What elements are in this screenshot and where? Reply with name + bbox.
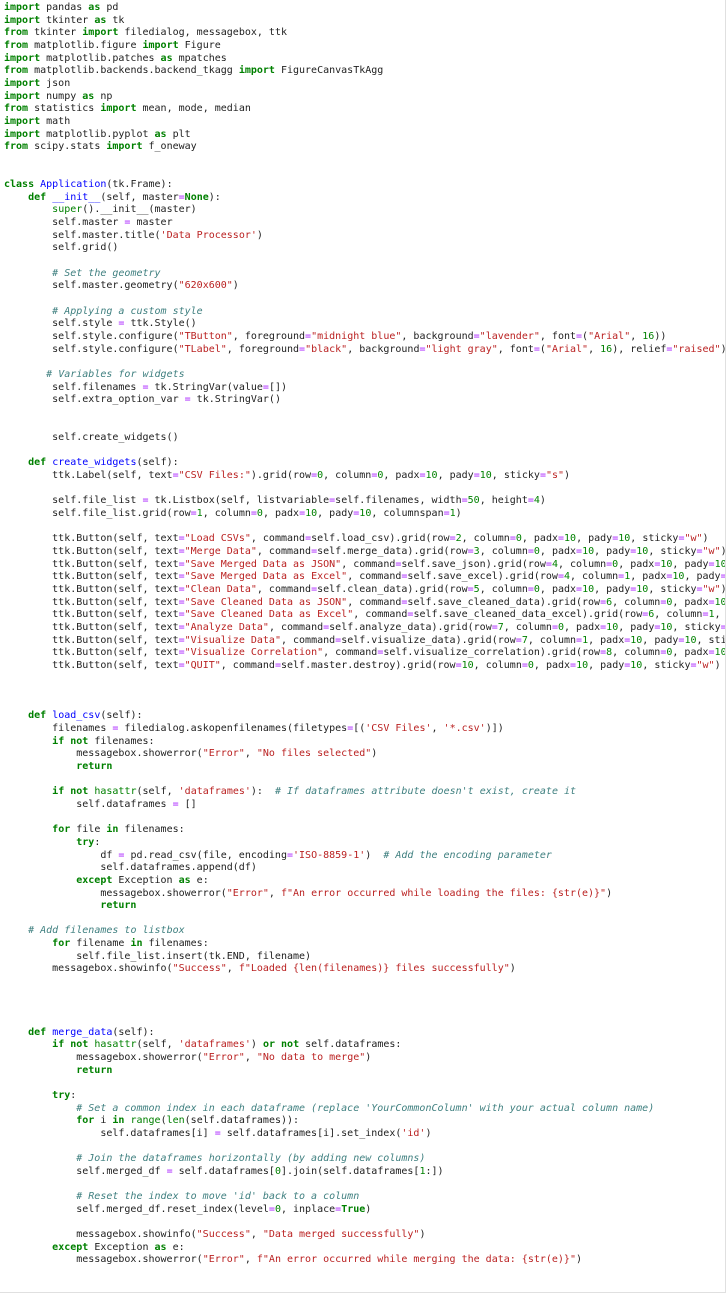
code-line-37: def create_widgets(self): [28,457,179,469]
code-line-31: self.filenames = tk.StringVar(value=[]) [4,381,287,393]
code-line-8: import numpy as np [4,90,113,102]
code-line-84: messagebox.showerror("Error", "No data t… [4,1051,372,1063]
code-line-22: # Set the geometry [52,267,161,279]
code-line-4: from matplotlib.figure import Figure [4,39,221,51]
code-line-40: self.file_list = tk.Listbox(self, listva… [4,495,546,507]
code-line-98: messagebox.showinfo("Success", "Data mer… [4,1229,426,1241]
code-line-19: self.master.title('Data Processor') [4,229,263,241]
code-line-88: # Set a common index in each dataframe (… [76,1102,655,1114]
code-line-44: ttk.Button(self, text="Merge Data", comm… [4,545,725,557]
code-line-77: messagebox.showinfo("Success", f"Loaded … [4,963,516,975]
code-line-18: self.master = master [4,217,173,229]
code-line-57: def load_csv(self): [28,710,143,722]
code-line-38: ttk.Label(self, text="CSV Files:").grid(… [4,470,571,482]
code-line-47: ttk.Button(self, text="Clean Data", comm… [4,583,725,595]
code-line-53: ttk.Button(self, text="QUIT", command=se… [4,659,721,671]
code-line-6: from matplotlib.backends.backend_tkagg i… [4,65,384,77]
code-line-16: def __init__(self, master=None): [28,191,221,203]
code-line-60: messagebox.showerror("Error", "No files … [4,748,378,760]
code-line-45: ttk.Button(self, text="Save Merged Data … [4,558,726,570]
code-line-99: except Exception as e: [52,1241,185,1253]
code-line-30: # Variables for widgets [46,368,185,380]
code-line-5: import matplotlib.patches as mpatches [4,52,227,64]
code-line-66: for file in filenames: [52,824,185,836]
code-line-48: ttk.Button(self, text="Save Cleaned Data… [4,596,726,608]
code-line-32: self.extra_option_var = tk.StringVar() [4,394,281,406]
code-line-59: if not filenames: [52,735,155,747]
code-line-68: df = pd.read_csv(file, encoding='ISO-885… [4,849,552,861]
code-line-90: self.dataframes[i] = self.dataframes[i].… [4,1127,432,1139]
code-line-89: for i in range(len(self.dataframes)): [76,1115,300,1127]
code-line-50: ttk.Button(self, text="Analyze Data", co… [4,621,725,633]
code-line-75: for filename in filenames: [52,938,209,950]
code-line-93: self.merged_df = self.dataframes[0].join… [4,1165,444,1177]
code-line-74: # Add filenames to listbox [28,925,185,937]
code-line-52: ttk.Button(self, text="Visualize Correla… [4,647,726,659]
code-line-41: self.file_list.grid(row=1, column=0, pad… [4,508,462,519]
code-line-20: self.grid() [4,242,119,254]
code-line-83: if not hasattr(self, 'dataframes') or no… [52,1039,402,1051]
code-line-23: self.master.geometry("620x600") [4,280,239,292]
code-line-9: from statistics import mean, mode, media… [4,103,251,115]
code-line-69: self.dataframes.append(df) [4,862,257,874]
code-line-71: messagebox.showerror("Error", f"An error… [4,887,613,899]
code-line-85: return [76,1064,113,1076]
code-line-12: from scipy.stats import f_oneway [4,141,197,153]
code-line-3: from tkinter import filedialog, messageb… [4,27,287,39]
code-line-7: import json [4,77,71,89]
code-line-1: import pandas as pd [4,2,119,13]
code-line-95: # Reset the index to move 'id' back to a… [76,1191,360,1203]
code-line-67: try: [76,836,101,848]
code-line-43: ttk.Button(self, text="Load CSVs", comma… [4,533,709,545]
code-line-10: import math [4,115,71,127]
code-line-87: try: [52,1089,77,1101]
code-line-72: return [100,900,137,912]
code-line-76: self.file_list.insert(tk.END, filename) [4,950,312,962]
code-line-64: self.dataframes = [] [4,798,197,810]
code-line-15: class Application(tk.Frame): [4,179,173,191]
code-line-49: ttk.Button(self, text="Save Cleaned Data… [4,609,721,621]
code-line-63: if not hasattr(self, 'dataframes'): # If… [52,786,577,798]
code-line-17: super().__init__(master) [52,204,197,216]
code-line-27: self.style.configure("TButton", foregrou… [4,330,667,342]
code-line-28: self.style.configure("TLabel", foregroun… [4,343,725,355]
code-line-2: import tkinter as tk [4,14,125,26]
code-line-46: ttk.Button(self, text="Save Merged Data … [4,571,726,583]
code-line-61: return [76,761,113,772]
code-line-11: import matplotlib.pyplot as plt [4,128,191,140]
code-line-92: # Join the dataframes horizontally (by a… [76,1153,426,1165]
code-line-82: def merge_data(self): [28,1026,155,1038]
code-line-25: # Applying a custom style [52,305,203,317]
code-line-51: ttk.Button(self, text="Visualize Data", … [4,634,726,646]
code-line-70: except Exception as e: [76,874,209,886]
code-editor[interactable]: import pandas as pd import tkinter as tk f… [0,0,726,1293]
code-line-100: messagebox.showerror("Error", f"An error… [4,1254,583,1266]
code-line-58: filenames = filedialog.askopenfilenames(… [4,723,504,735]
code-line-96: self.merged_df.reset_index(level=0, inpl… [4,1203,372,1215]
code-line-26: self.style = ttk.Style() [4,318,197,330]
code-line-35: self.create_widgets() [4,432,179,444]
